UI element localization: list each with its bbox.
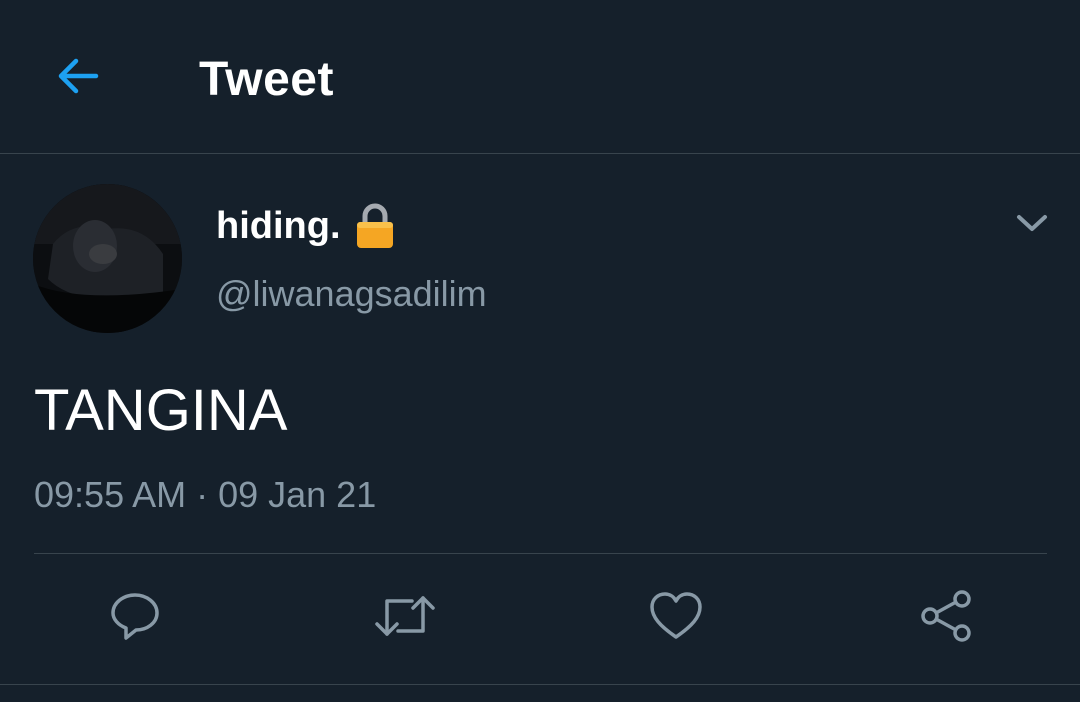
retweet-icon [374,589,436,648]
display-name[interactable]: hiding. [216,205,341,248]
avatar[interactable] [33,184,182,333]
share-icon [918,588,974,649]
top-app-bar: Tweet [0,0,1080,154]
retweet-button[interactable] [375,588,435,648]
author-handle[interactable]: @liwanagsadilim [216,270,487,318]
tweet-text: TANGINA [34,378,288,443]
back-button[interactable] [48,48,108,108]
reply-button[interactable] [105,588,165,648]
reply-icon [108,589,162,648]
heart-icon [648,590,704,647]
tweet-detail-screen: Tweet hiding. @liwanagsadilim TANGINA 09… [0,0,1080,702]
like-button[interactable] [646,588,706,648]
author-name-row: hiding. [216,200,395,252]
lock-icon [355,203,395,249]
tweet-timestamp[interactable]: 09:55 AM · 09 Jan 21 [34,470,376,520]
tweet-options-button[interactable] [1010,205,1054,245]
arrow-left-icon [54,52,102,105]
page-title: Tweet [199,53,334,106]
divider [34,553,1047,554]
share-button[interactable] [916,588,976,648]
divider [0,684,1080,685]
chevron-down-icon [1016,213,1048,238]
